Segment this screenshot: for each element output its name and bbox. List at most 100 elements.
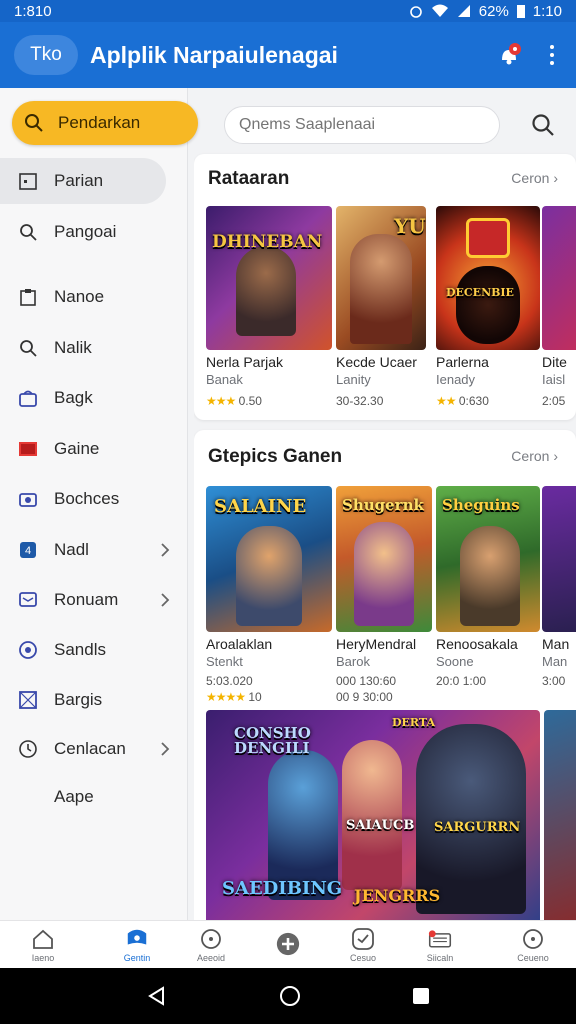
bottom-nav-add[interactable] bbox=[247, 921, 329, 969]
game-thumbnail[interactable] bbox=[542, 486, 576, 632]
keyboard-icon bbox=[428, 927, 452, 951]
game-thumbnail[interactable]: DECENBIE bbox=[436, 206, 540, 350]
disc-icon bbox=[18, 640, 38, 660]
game-subtitle: Soone bbox=[436, 654, 474, 669]
notification-icon[interactable] bbox=[494, 40, 524, 70]
bottom-nav-gaming[interactable]: Gentin bbox=[96, 921, 178, 969]
bottom-nav-siicaln[interactable]: Siicaln bbox=[399, 921, 481, 969]
sidebar-item-label: Cenlacan bbox=[54, 739, 126, 758]
game-rating: ★★★ 0.50 bbox=[206, 394, 332, 408]
game-thumbnail[interactable] bbox=[544, 710, 576, 920]
game-logo-art: Sheguins bbox=[442, 496, 520, 514]
battery-percent: 62% bbox=[478, 2, 509, 20]
sidebar-item-label: Nadl bbox=[54, 540, 89, 559]
bottom-nav-label: Iaeno bbox=[31, 953, 55, 963]
sidebar-item-label: Bagk bbox=[54, 388, 93, 407]
search-icon[interactable] bbox=[530, 112, 556, 138]
game-title[interactable]: Aroalaklan bbox=[206, 636, 332, 652]
see-more-label: Ceron bbox=[511, 448, 550, 464]
game-thumbnail[interactable]: YUE bbox=[336, 206, 426, 350]
game-icon bbox=[18, 439, 38, 459]
game-thumbnail[interactable]: DHINEBAN bbox=[206, 206, 332, 350]
bottom-navigation: Iaeno Gentin Aeeoid Cesuo Siicaln Ceueno bbox=[0, 920, 576, 968]
game-rating: ★★ 0:630 bbox=[436, 394, 540, 408]
game-meta: 3:00 bbox=[542, 674, 566, 688]
gamepad-icon bbox=[125, 927, 149, 951]
sidebar-item-parian[interactable]: Parian bbox=[0, 158, 166, 204]
search-icon bbox=[25, 114, 43, 132]
rating-value: 10 bbox=[248, 690, 262, 704]
chevron-right-icon bbox=[161, 742, 170, 756]
app-logo[interactable]: Tko bbox=[14, 35, 78, 75]
sidebar-item-pangoai[interactable]: Pangoai bbox=[0, 209, 188, 255]
game-character-art bbox=[456, 266, 520, 344]
see-more-link[interactable]: Ceron › bbox=[511, 448, 558, 464]
system-navigation-bar bbox=[0, 968, 576, 1024]
sidebar-item-bagk[interactable]: Bagk bbox=[0, 375, 188, 421]
game-character-art bbox=[350, 234, 412, 344]
primary-action-button[interactable]: Pendarkan bbox=[12, 101, 198, 145]
featured-game-banner[interactable]: CONSHO DENGILI SAIAUCB SARGURRN SAEDIBIN… bbox=[206, 710, 540, 920]
sidebar-item-nalik[interactable]: Nalik bbox=[0, 325, 188, 371]
bottom-nav-label: Gentin bbox=[123, 953, 151, 963]
section-title: Gtepics Ganen bbox=[208, 446, 343, 467]
camera-icon bbox=[18, 489, 38, 509]
message-icon bbox=[18, 590, 38, 610]
sidebar-item-bochces[interactable]: Bochces bbox=[0, 476, 188, 522]
sidebar-item-aape[interactable]: Aape bbox=[0, 774, 188, 820]
rating-stars: ★★ bbox=[436, 394, 456, 408]
search-icon bbox=[18, 338, 38, 358]
sidebar-item-label: Nanoe bbox=[54, 287, 105, 306]
bottom-nav-cesuo[interactable]: Cesuo bbox=[322, 921, 404, 969]
sidebar-item-gaine[interactable]: Gaine bbox=[0, 426, 188, 472]
search-input[interactable] bbox=[224, 106, 500, 144]
sidebar-item-nanoe[interactable]: Nanoe bbox=[0, 274, 188, 320]
check-circle-icon bbox=[351, 927, 375, 951]
home-button-icon[interactable] bbox=[279, 985, 301, 1007]
bottom-nav-aeeoid[interactable]: Aeeoid bbox=[170, 921, 252, 969]
sidebar-item-label: Parian bbox=[54, 171, 104, 190]
game-logo-art: DECENBIE bbox=[446, 286, 514, 299]
sidebar-item-cenlacan[interactable]: Cenlacan bbox=[0, 726, 188, 772]
game-subtitle: Ienady bbox=[436, 372, 476, 387]
bottom-nav-home[interactable]: Iaeno bbox=[2, 921, 84, 969]
section-card-rataaran: Rataaran Ceron › DHINEBAN Nerla Parjak B… bbox=[194, 154, 576, 420]
chevron-right-icon bbox=[161, 543, 170, 557]
section-card-graphics: Gtepics Ganen Ceron › SALAINE Aroalaklan… bbox=[194, 430, 576, 920]
sidebar-item-label: Nalik bbox=[54, 338, 92, 357]
game-title[interactable]: Renoosakala bbox=[436, 636, 540, 652]
bottom-nav-label: Ceueno bbox=[517, 953, 549, 963]
game-title[interactable]: Man bbox=[542, 636, 576, 652]
game-emblem-art bbox=[466, 218, 510, 258]
game-title[interactable]: Parlerna bbox=[436, 354, 540, 370]
game-title[interactable]: HeryMendral bbox=[336, 636, 432, 652]
section-title: Rataaran bbox=[208, 168, 290, 189]
game-title[interactable]: Dite bbox=[542, 354, 576, 370]
sidebar-item-sandls[interactable]: Sandls bbox=[0, 627, 188, 673]
number-badge-icon: 4 bbox=[18, 540, 38, 560]
back-icon[interactable] bbox=[146, 985, 168, 1007]
image-icon bbox=[18, 690, 38, 710]
sidebar-item-bargis[interactable]: Bargis bbox=[0, 677, 188, 723]
game-title[interactable]: Nerla Parjak bbox=[206, 354, 332, 370]
bottom-nav-ceueno[interactable]: Ceueno bbox=[492, 921, 574, 969]
sidebar: Pendarkan Parian Pangoai Nanoe Nalik Bag… bbox=[0, 88, 198, 920]
rating-value: 2:05 bbox=[542, 394, 566, 408]
see-more-label: Ceron bbox=[511, 170, 550, 186]
game-thumbnail[interactable]: Sheguins bbox=[436, 486, 540, 632]
chevron-right-icon bbox=[161, 593, 170, 607]
sidebar-item-ronuam[interactable]: Ronuam bbox=[0, 577, 188, 623]
main-content: Rataaran Ceron › DHINEBAN Nerla Parjak B… bbox=[194, 88, 576, 920]
game-thumbnail[interactable]: SALAINE bbox=[206, 486, 332, 632]
game-thumbnail[interactable]: Shugernk bbox=[336, 486, 432, 632]
bag-icon bbox=[18, 388, 38, 408]
game-thumbnail[interactable] bbox=[542, 206, 576, 350]
bottom-nav-label: Siicaln bbox=[426, 953, 454, 963]
recents-icon[interactable] bbox=[412, 987, 430, 1005]
sidebar-item-label: Ronuam bbox=[54, 590, 119, 609]
sidebar-item-nadl[interactable]: 4 Nadl bbox=[0, 527, 188, 573]
game-title[interactable]: Kecde Ucaer bbox=[336, 354, 432, 370]
see-more-link[interactable]: Ceron › bbox=[511, 170, 558, 186]
game-logo-art: Shugernk bbox=[342, 496, 424, 514]
overflow-menu-icon[interactable] bbox=[542, 40, 562, 70]
